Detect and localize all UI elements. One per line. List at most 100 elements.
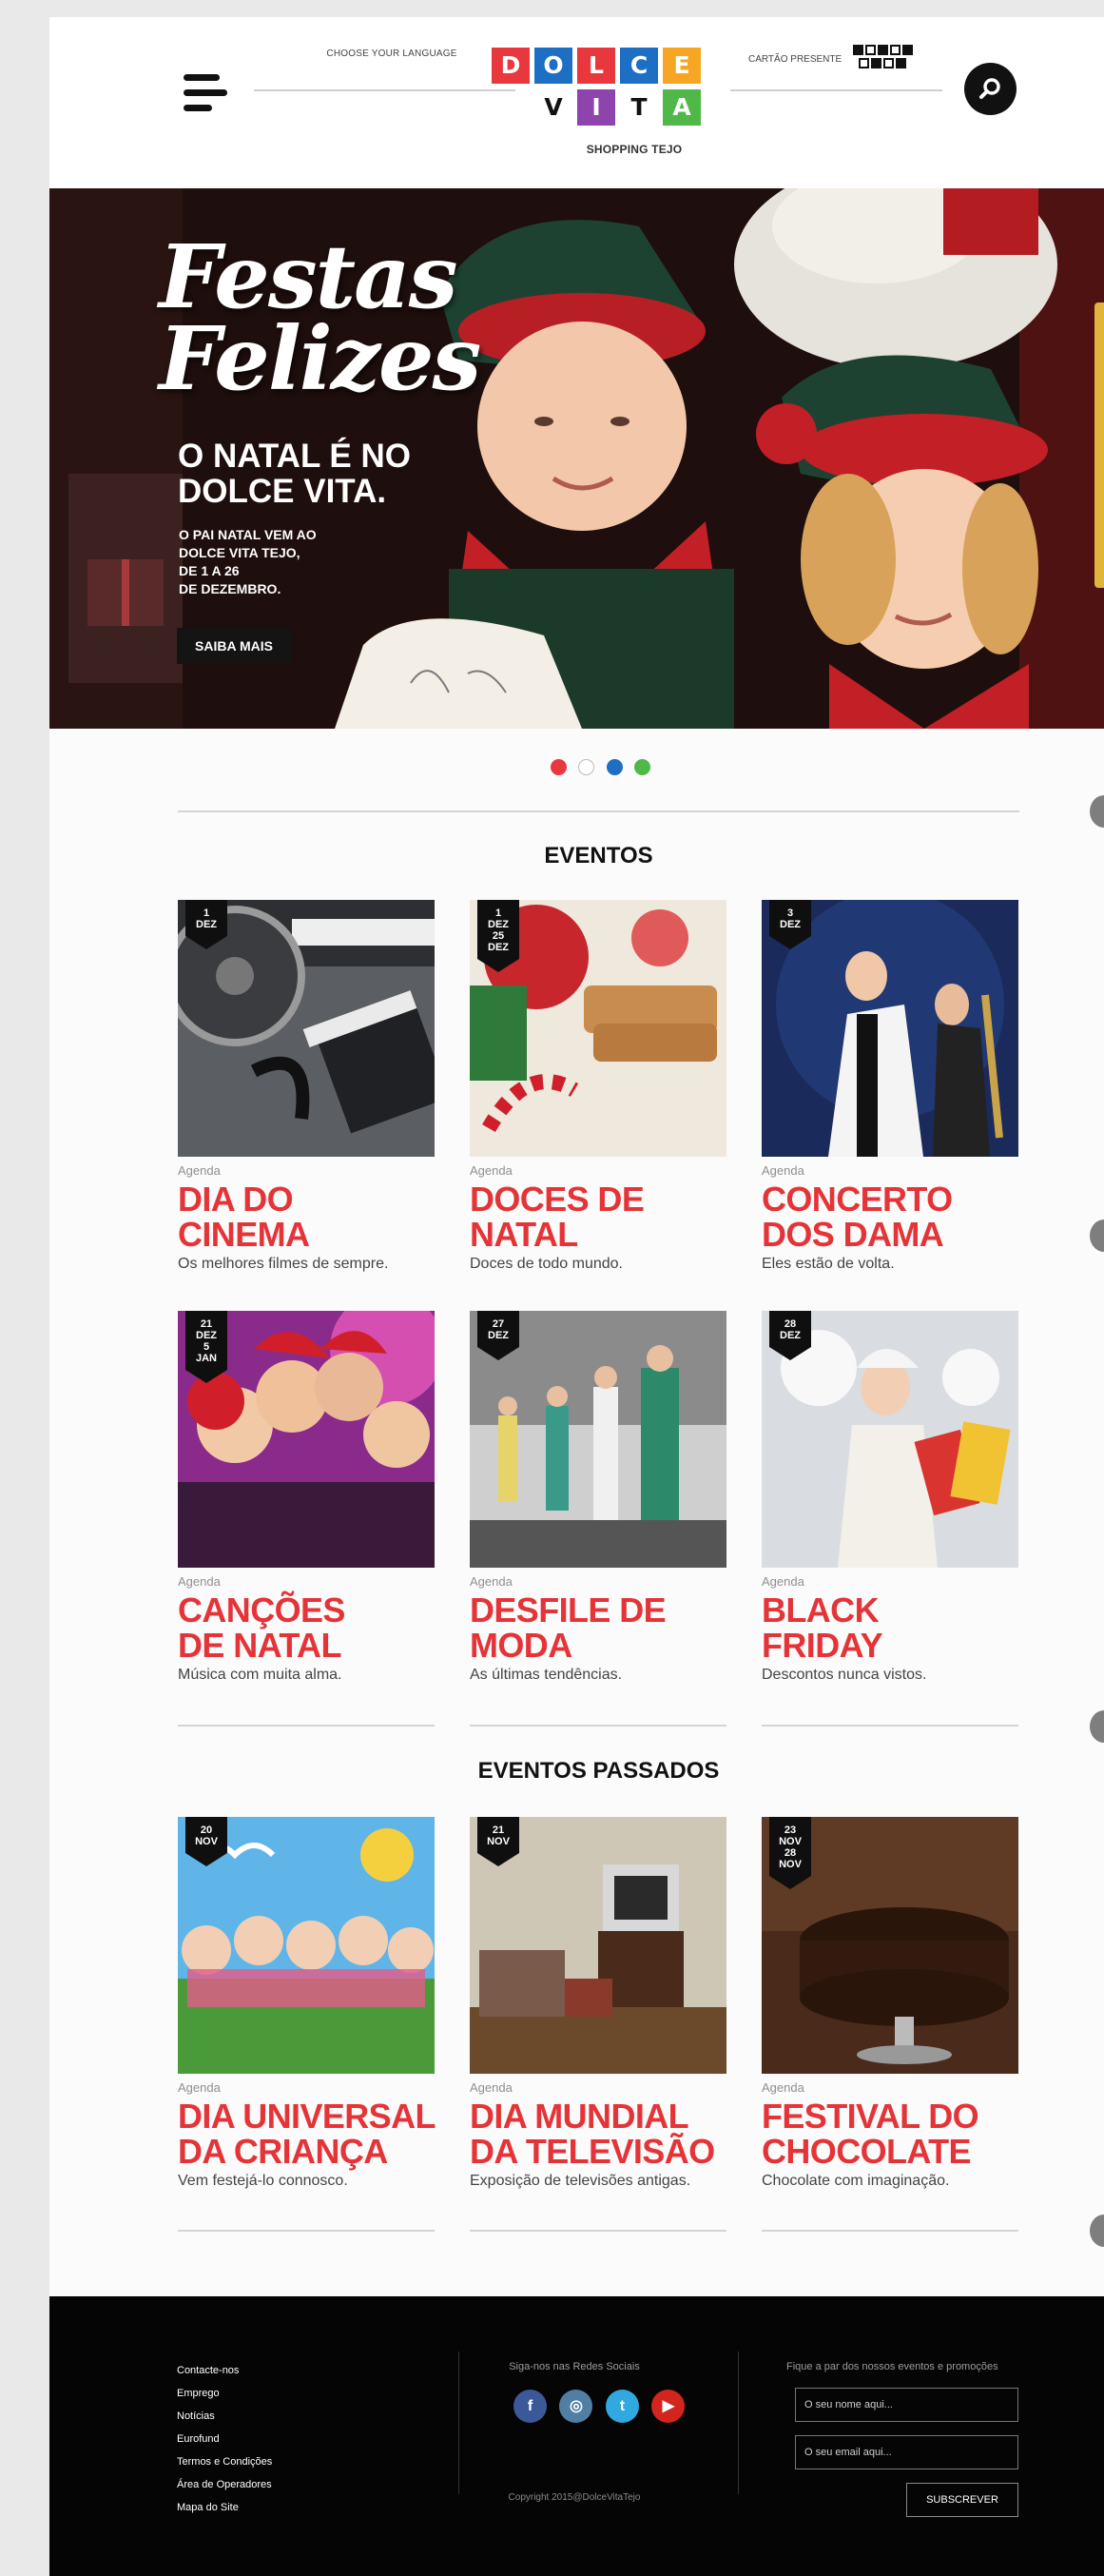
footer-link-eurofund[interactable]: Eurofund	[177, 2428, 272, 2450]
event-title[interactable]: DOCES DE NATAL	[470, 1181, 736, 1252]
event-card[interactable]: 1 DEZ Agenda DIA DO CINEMA Os melhores filmes…	[178, 900, 435, 1299]
event-title[interactable]: DIA DO CINEMA	[178, 1181, 444, 1252]
side-scroll-marker[interactable]	[1090, 1710, 1104, 1743]
side-scroll-marker[interactable]	[1090, 2215, 1104, 2247]
footer-link-contacte[interactable]: Contacte-nos	[177, 2359, 272, 2382]
event-image[interactable]: 23 NOV 28 NOV	[762, 1817, 1018, 2074]
gift-card-icon[interactable]	[853, 45, 921, 75]
event-category: Agenda	[762, 1574, 804, 1589]
event-description: Os melhores filmes de sempre.	[178, 1256, 389, 1272]
eventos-title: EVENTOS	[544, 843, 653, 868]
dolce-vita-logo[interactable]: D O L C E V I T A SHOPPING TEJO	[492, 48, 705, 171]
instagram-icon[interactable]: ◎	[559, 2390, 593, 2423]
date-badge-day: 20	[200, 1825, 213, 1836]
event-title[interactable]: DESFILE DE MODA	[470, 1592, 736, 1663]
event-description: Exposição de televisões antigas.	[470, 2173, 691, 2189]
event-title[interactable]: BLACK FRIDAY	[762, 1592, 1028, 1663]
language-selector-label[interactable]: Choose your language	[292, 49, 492, 59]
event-card[interactable]: 23 NOV 28 NOV Agenda FESTIVAL DO CHOCOLATE Choc…	[762, 1817, 1018, 2216]
event-title[interactable]: CANÇÕES DE NATAL	[178, 1592, 444, 1663]
copyright: Copyright 2015@DolceVitaTejo	[508, 2492, 641, 2503]
footer-link-mapa[interactable]: Mapa do Site	[177, 2496, 272, 2519]
event-title[interactable]: DIA MUNDIAL DA TELEVISÃO	[470, 2098, 736, 2169]
newsletter-email-input[interactable]	[795, 2435, 1018, 2469]
footer-link-noticias[interactable]: Notícias	[177, 2405, 272, 2428]
event-image[interactable]: 27 DEZ	[470, 1311, 726, 1568]
slider-dot-1[interactable]	[551, 759, 567, 775]
hero-details-line-2: DOLCE VITA TEJO,	[179, 545, 300, 560]
date-badge-day: 27	[492, 1318, 505, 1330]
event-description: Eles estão de volta.	[762, 1256, 895, 1272]
twitter-icon[interactable]: t	[605, 2390, 639, 2423]
youtube-icon[interactable]: ▶	[651, 2390, 686, 2423]
slider-dot-4[interactable]	[634, 759, 651, 775]
logo-tile-v: V	[544, 93, 563, 121]
slider-dot-2[interactable]	[578, 759, 595, 775]
event-image[interactable]: 1 DEZ	[178, 900, 435, 1157]
menu-icon[interactable]	[178, 65, 233, 120]
event-card[interactable]: 21 NOV Agenda DIA MUNDIAL DA TELEVISÃO Exposi…	[470, 1817, 726, 2216]
event-title-line-2: DE NATAL	[178, 1626, 341, 1665]
event-image[interactable]: 1 DEZ 25 DEZ	[470, 900, 726, 1157]
event-title-line-2: FRIDAY	[762, 1626, 883, 1665]
gift-card-label[interactable]: Cartão Presente	[748, 54, 842, 65]
event-card[interactable]: 3 DEZ Agenda CONCERTO DOS DAMA Eles estão de …	[762, 900, 1018, 1299]
date-badge-day: 28	[784, 1318, 797, 1330]
event-card[interactable]: 20 NOV Agenda DIA UNIVERSAL DA CRIANÇA Vem fe…	[178, 1817, 436, 2216]
side-scroll-marker[interactable]	[1090, 1220, 1104, 1252]
event-title[interactable]: FESTIVAL DO CHOCOLATE	[762, 2098, 1028, 2169]
event-image[interactable]: 20 NOV	[178, 1817, 435, 2074]
subscribe-button[interactable]: SUBSCREVER	[906, 2483, 1018, 2517]
side-scroll-marker[interactable]	[1090, 795, 1104, 828]
event-card[interactable]: 21 DEZ 5 JAN Agenda CANÇÕES DE NATAL Música com…	[178, 1311, 435, 1710]
event-image[interactable]: 21 NOV	[470, 1817, 726, 2074]
footer-link-emprego[interactable]: Emprego	[177, 2382, 272, 2405]
event-image[interactable]: 21 DEZ 5 JAN	[178, 1311, 435, 1568]
date-badge-month: NOV	[195, 1836, 218, 1847]
event-title-line-2: MODA	[470, 1626, 572, 1665]
site-footer: Contacte-nos Emprego Notícias Eurofund T…	[49, 2296, 1104, 2576]
date-badge-day: 1	[203, 907, 210, 919]
event-card[interactable]: 28 DEZ Agenda BLACK FRIDAY Descontos nunca vi…	[762, 1311, 1018, 1710]
date-badge-month: DEZ	[780, 919, 801, 930]
logo-tile-i: I	[577, 89, 615, 126]
event-title[interactable]: DIA UNIVERSAL DA CRIANÇA	[178, 2098, 444, 2169]
hero-banner[interactable]: Festas Felizes O NATAL É NO DOLCE VITA. …	[49, 188, 1104, 729]
page: Choose your language D O L C E V I T A S…	[49, 17, 1104, 2576]
event-image[interactable]: 28 DEZ	[762, 1311, 1018, 1568]
event-title-line-2: DA TELEVISÃO	[470, 2132, 715, 2171]
footer-link-operadores[interactable]: Área de Operadores	[177, 2473, 272, 2496]
newsletter-name-input[interactable]	[795, 2388, 1018, 2422]
date-badge-day-end: 5	[203, 1341, 210, 1353]
slider-dot-3[interactable]	[606, 759, 623, 775]
event-title-line-1: CANÇÕES	[178, 1590, 345, 1630]
footer-link-termos[interactable]: Termos e Condições	[177, 2450, 272, 2473]
event-description: Descontos nunca vistos.	[762, 1667, 927, 1683]
facebook-icon[interactable]: f	[513, 2390, 547, 2423]
event-description: Chocolate com imaginação.	[762, 2173, 950, 2189]
date-badge-day: 21	[492, 1825, 505, 1836]
event-title[interactable]: CONCERTO DOS DAMA	[762, 1181, 1028, 1252]
footer-separator	[738, 2352, 739, 2494]
saiba-mais-button[interactable]: SAIBA MAIS	[177, 628, 291, 664]
hero-title: Festas Felizes	[159, 233, 481, 402]
facebook-glyph: f	[527, 2398, 533, 2414]
event-image[interactable]: 3 DEZ	[762, 900, 1018, 1157]
event-category: Agenda	[178, 1574, 221, 1589]
event-title-line-1: DIA UNIVERSAL	[178, 2097, 436, 2136]
event-category: Agenda	[470, 1163, 513, 1178]
date-badge-day: 1	[494, 907, 502, 919]
date-badge-month: DEZ	[196, 919, 217, 930]
instagram-glyph: ◎	[569, 2398, 583, 2414]
date-badge-day-end: 28	[784, 1847, 797, 1859]
event-title-line-2: CINEMA	[178, 1215, 310, 1254]
eventos-passados-title: EVENTOS PASSADOS	[477, 1758, 720, 1784]
event-description: Vem festejá-lo connosco.	[178, 2173, 348, 2189]
event-title-line-1: DIA MUNDIAL	[470, 2097, 689, 2136]
event-card[interactable]: 27 DEZ Agenda DESFILE DE MODA As últimas tend…	[470, 1311, 726, 1710]
search-button[interactable]	[964, 63, 1017, 115]
youtube-glyph: ▶	[662, 2398, 675, 2414]
date-badge: 23 NOV 28 NOV	[769, 1817, 811, 1889]
hero-details-line-4: DE DEZEMBRO.	[179, 581, 281, 596]
event-card[interactable]: 1 DEZ 25 DEZ Agenda DOCES DE NATAL Doces de tod…	[470, 900, 726, 1299]
